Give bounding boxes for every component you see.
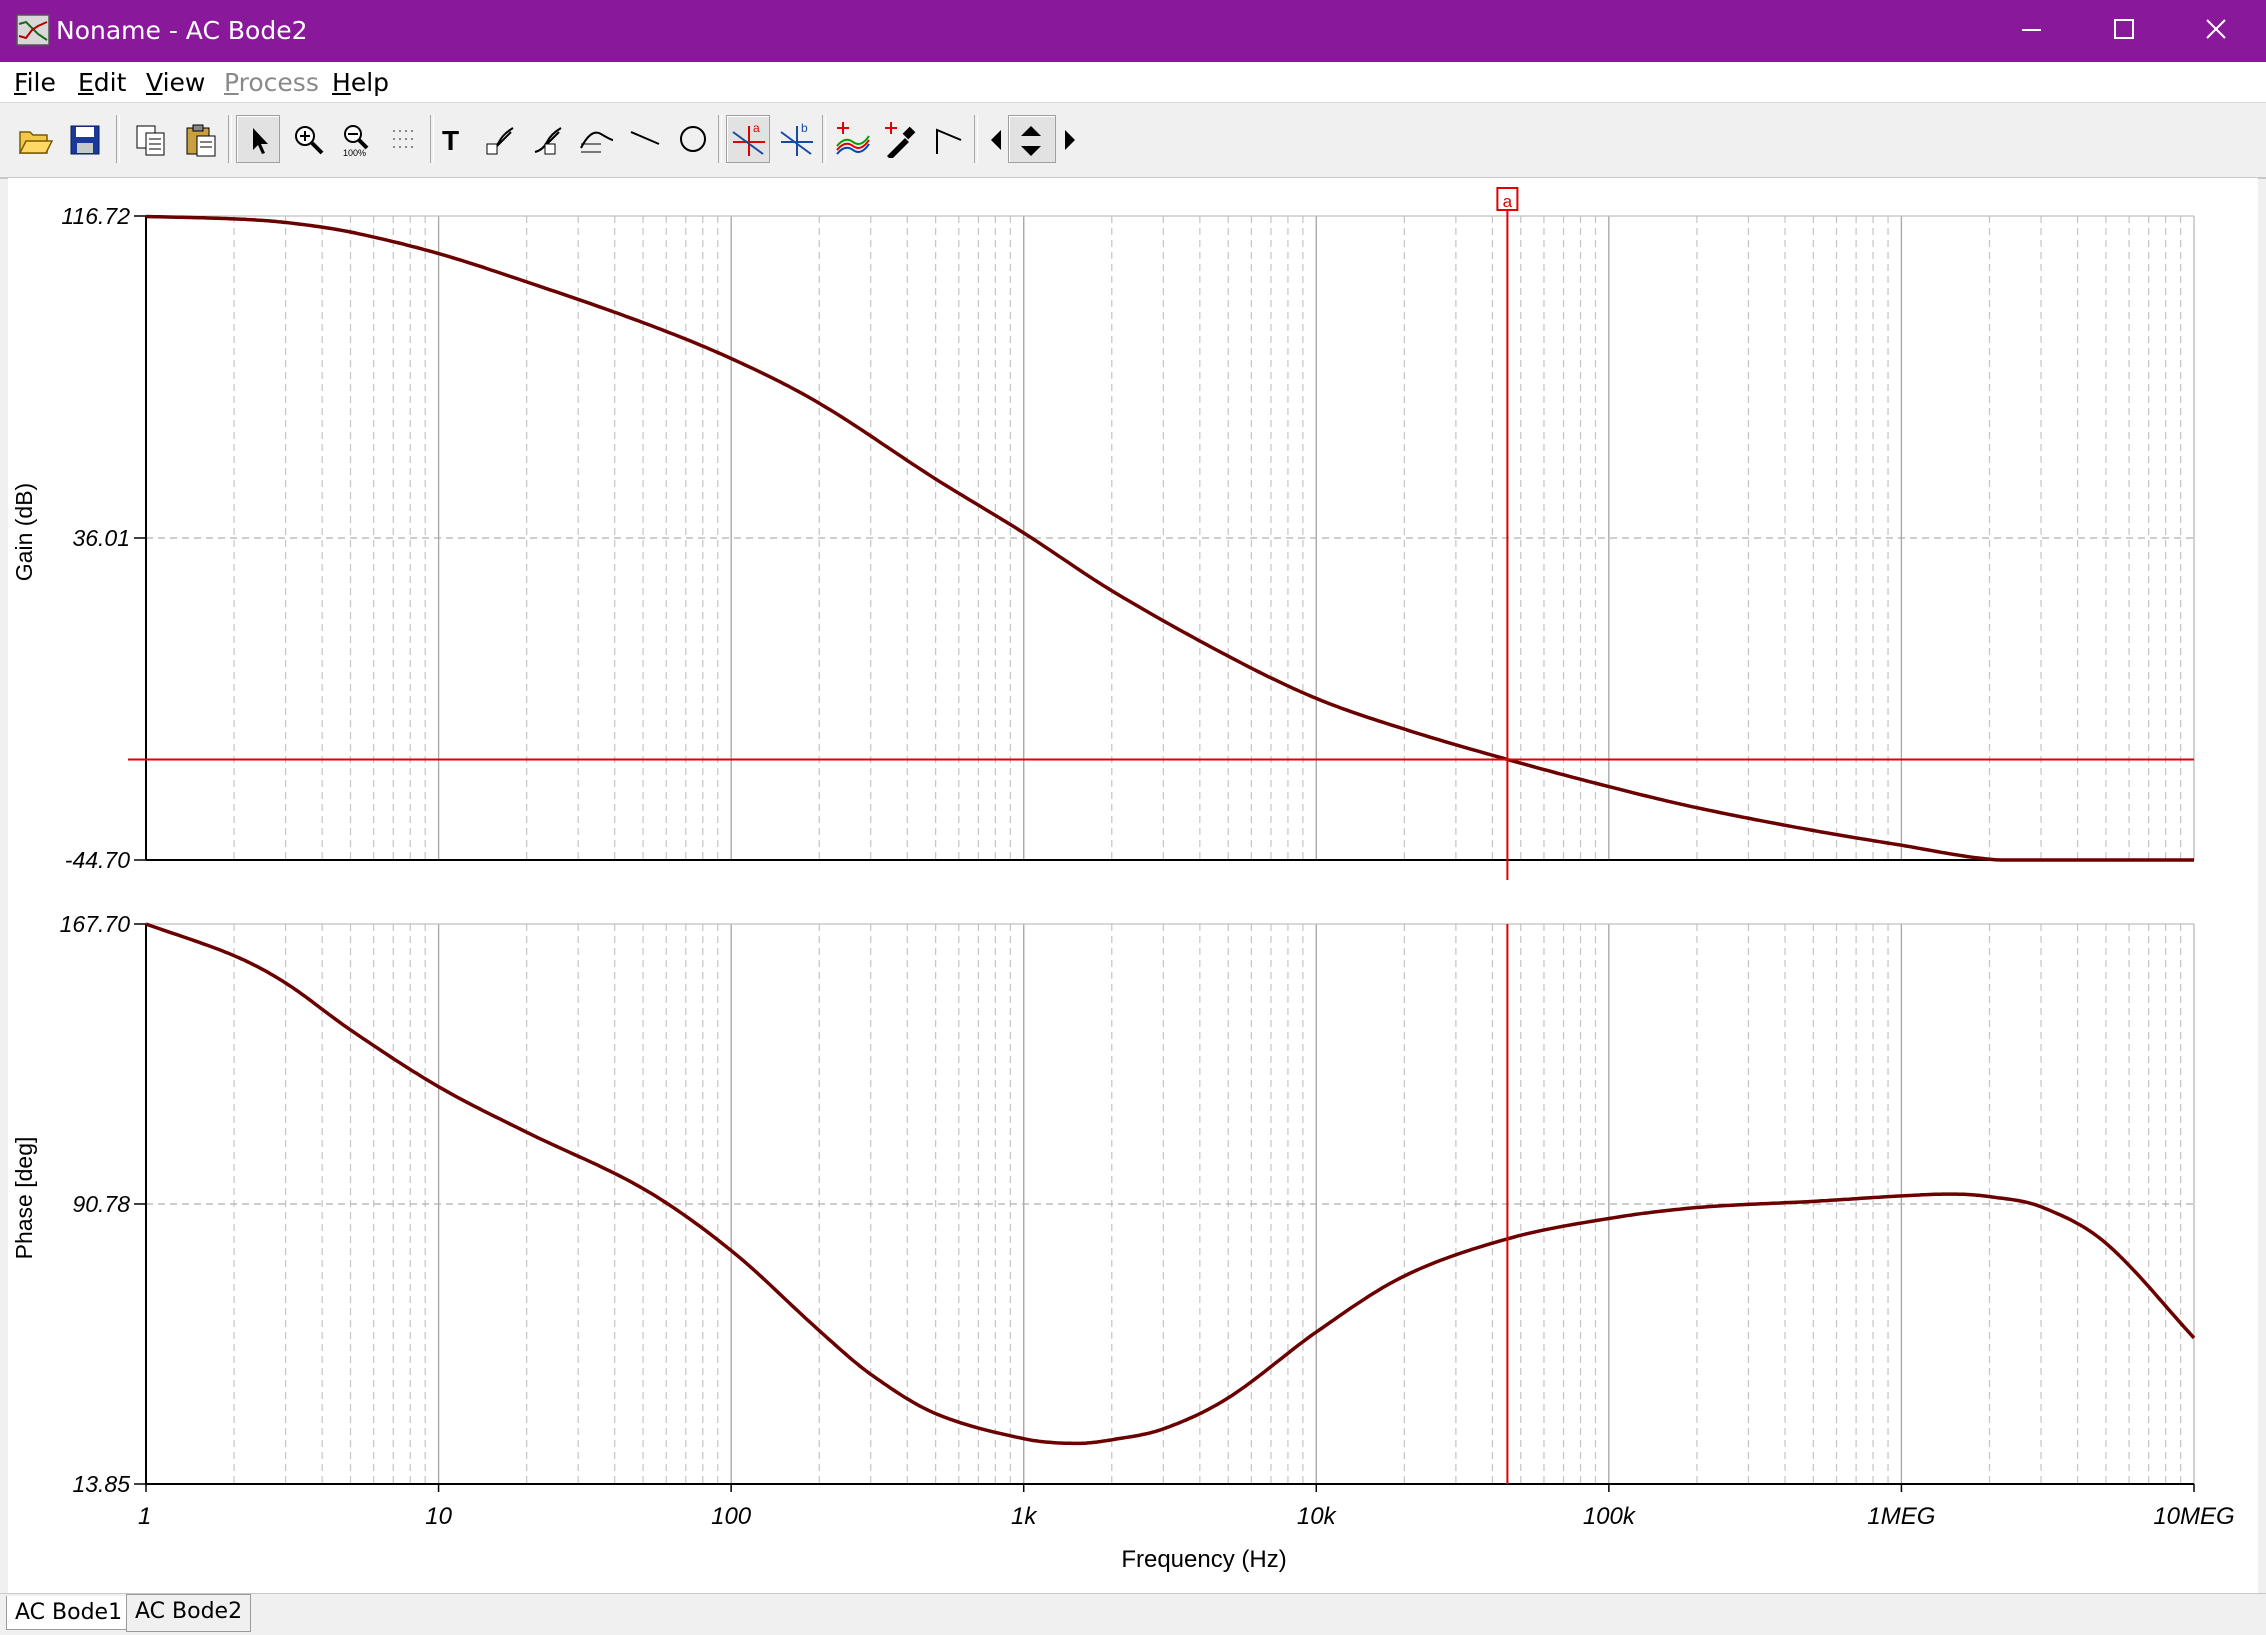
paste-button[interactable] xyxy=(178,115,222,163)
circle-icon xyxy=(680,126,706,152)
zoom-100-icon: 100% xyxy=(343,125,369,158)
add-curve-button[interactable] xyxy=(830,115,874,163)
save-icon xyxy=(70,125,100,155)
y-tick-label: 90.78 xyxy=(72,1191,130,1217)
maximize-button[interactable] xyxy=(2078,0,2170,62)
tab-ac-bode1[interactable]: AC Bode1 xyxy=(6,1596,132,1630)
close-icon xyxy=(2206,19,2226,39)
line-icon xyxy=(630,131,660,145)
x-tick-label: 10MEG xyxy=(2153,1503,2234,1530)
grid-button[interactable] xyxy=(382,115,426,163)
svg-text:100%: 100% xyxy=(343,148,366,158)
step-button[interactable] xyxy=(926,115,970,163)
x-tick-label: 100 xyxy=(711,1503,752,1530)
save-button[interactable] xyxy=(62,115,106,163)
menu-file[interactable]: File xyxy=(14,68,56,98)
cursor-updown-button[interactable] xyxy=(1008,115,1056,163)
y-tick-label: 36.01 xyxy=(72,525,130,551)
cursor-left-button[interactable] xyxy=(984,115,1008,163)
window-title: Noname - AC Bode2 xyxy=(56,16,308,45)
cursor-b-button[interactable]: b xyxy=(774,115,818,163)
minimize-button[interactable] xyxy=(1986,0,2078,62)
circle-button[interactable] xyxy=(670,115,714,163)
cursor-a-icon: a xyxy=(732,122,765,156)
cursor-right-icon xyxy=(1065,130,1075,150)
x-tick-label: 10 xyxy=(425,1503,452,1530)
arrow-x-icon xyxy=(486,127,514,155)
cursor-left-icon xyxy=(991,130,1001,150)
x-tick-label: 10k xyxy=(1297,1503,1338,1530)
pointer-icon xyxy=(253,128,268,154)
minimize-icon xyxy=(2022,29,2041,31)
svg-text:b: b xyxy=(801,122,808,135)
zoom-in-icon xyxy=(295,126,324,155)
y-tick-label: 13.85 xyxy=(72,1471,130,1497)
frequency-axis-label: Frequency (Hz) xyxy=(1121,1546,1286,1573)
cursor-b-icon: b xyxy=(780,122,813,156)
menu-edit[interactable]: Edit xyxy=(78,68,126,98)
x-tick-label: 1MEG xyxy=(1867,1503,1935,1530)
cursor-updown-icon xyxy=(1021,126,1041,156)
text-button[interactable]: T xyxy=(430,115,474,163)
x-tick-label: 100k xyxy=(1583,1503,1637,1530)
tab-ac-bode2[interactable]: AC Bode2 xyxy=(126,1594,252,1632)
zoom-in-button[interactable] xyxy=(286,115,330,163)
label-icon xyxy=(580,131,614,153)
grid-icon xyxy=(393,130,413,148)
title-bar: Noname - AC Bode2 xyxy=(0,0,2266,62)
probe-icon xyxy=(885,122,916,158)
tab-bar: AC Bode1 AC Bode2 xyxy=(0,1593,2266,1635)
zoom-100-button[interactable]: 100% xyxy=(334,115,378,163)
toolbar: 100% T a b xyxy=(0,102,2266,179)
copy-button[interactable] xyxy=(128,115,172,163)
cursor-a-label: a xyxy=(1503,192,1513,211)
x-tick-label: 1k xyxy=(1011,1503,1038,1530)
menu-bar: File Edit View Process Help xyxy=(0,62,2266,102)
bode-plot[interactable]: 116.72 36.01 -44.70 167.70 90.78 13.85 1 10 100 1… xyxy=(8,178,2258,1593)
label-button[interactable] xyxy=(574,115,618,163)
probe-button[interactable] xyxy=(878,115,922,163)
open-icon xyxy=(18,131,53,154)
x-tick-label: 1 xyxy=(138,1503,151,1530)
svg-text:a: a xyxy=(753,122,760,135)
paste-icon xyxy=(186,124,216,157)
copy-icon xyxy=(136,125,165,156)
y-tick-label: 167.70 xyxy=(60,911,131,937)
cursor-right-button[interactable] xyxy=(1056,115,1080,163)
arrow-x-button[interactable] xyxy=(478,115,522,163)
step-icon xyxy=(936,128,962,154)
add-curve-icon xyxy=(836,122,870,155)
menu-process[interactable]: Process xyxy=(224,68,319,98)
maximize-icon xyxy=(2114,19,2134,39)
phase-axis-label: Phase [deg] xyxy=(11,1137,37,1260)
text-icon: T xyxy=(442,125,459,156)
cursor-a-button[interactable]: a xyxy=(726,115,770,163)
arrow-y-icon xyxy=(534,127,562,155)
menu-help[interactable]: Help xyxy=(332,68,389,98)
pointer-button[interactable] xyxy=(236,115,280,163)
svg-text:T: T xyxy=(442,125,459,156)
gain-axis-label: Gain (dB) xyxy=(11,483,37,581)
y-tick-label: 116.72 xyxy=(61,203,130,229)
phase-curve xyxy=(145,922,2196,1446)
arrow-y-button[interactable] xyxy=(526,115,570,163)
app-icon xyxy=(16,14,50,46)
bode-plot-area[interactable]: 116.72 36.01 -44.70 167.70 90.78 13.85 1 10 100 1… xyxy=(8,178,2258,1593)
open-button[interactable] xyxy=(12,115,56,163)
y-tick-label: -44.70 xyxy=(65,847,130,873)
close-button[interactable] xyxy=(2170,0,2262,62)
line-button[interactable] xyxy=(622,115,666,163)
menu-view[interactable]: View xyxy=(146,68,205,98)
